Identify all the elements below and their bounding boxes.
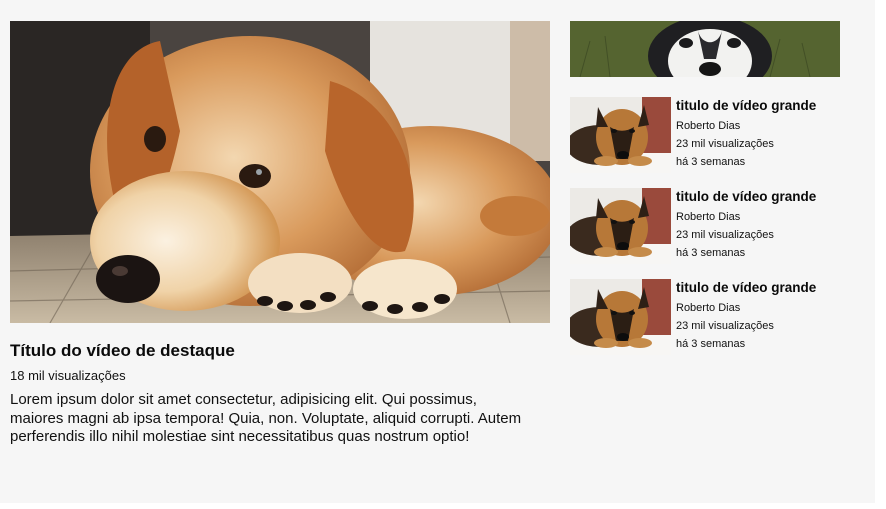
german-shepherd-illustration <box>570 279 671 355</box>
german-shepherd-illustration <box>570 188 671 264</box>
german-shepherd-illustration <box>570 97 671 173</box>
sidebar-video-title[interactable]: titulo de vídeo grande <box>676 188 856 205</box>
featured-title[interactable]: Título do vídeo de destaque <box>10 340 550 362</box>
sidebar-video-thumbnail[interactable] <box>570 97 671 173</box>
sidebar-video-item[interactable]: titulo de vídeo grande Roberto Dias 23 m… <box>570 279 860 357</box>
sidebar-video-author[interactable]: Roberto Dias <box>676 117 856 135</box>
sidebar-video-age: há 3 semanas <box>676 247 746 259</box>
husky-illustration <box>570 21 840 77</box>
sidebar-top-thumbnail[interactable] <box>570 21 840 77</box>
featured-description: Lorem ipsum dolor sit amet consectetur, … <box>10 391 522 445</box>
sidebar-video-views: 23 mil visualizações <box>676 229 774 241</box>
sidebar-video-title[interactable]: titulo de vídeo grande <box>676 279 856 296</box>
sidebar-video-thumbnail[interactable] <box>570 279 671 355</box>
sidebar-video-item[interactable]: titulo de vídeo grande Roberto Dias 23 m… <box>570 188 860 266</box>
sidebar-video-title[interactable]: titulo de vídeo grande <box>676 97 856 114</box>
sidebar-video-item[interactable]: titulo de vídeo grande Roberto Dias 23 m… <box>570 97 860 175</box>
dog-illustration <box>10 21 550 323</box>
featured-video[interactable]: Título do vídeo de destaque 18 mil visua… <box>10 21 550 447</box>
featured-thumbnail[interactable] <box>10 21 550 323</box>
sidebar-video-thumbnail[interactable] <box>570 188 671 264</box>
sidebar-video-author[interactable]: Roberto Dias <box>676 208 856 226</box>
sidebar-video-age: há 3 semanas <box>676 338 746 350</box>
sidebar-video-views: 23 mil visualizações <box>676 320 774 332</box>
sidebar-video-views: 23 mil visualizações <box>676 138 774 150</box>
sidebar-video-author[interactable]: Roberto Dias <box>676 299 856 317</box>
page: Título do vídeo de destaque 18 mil visua… <box>0 0 875 503</box>
sidebar: titulo de vídeo grande Roberto Dias 23 m… <box>570 21 860 355</box>
featured-views: 18 mil visualizações <box>10 368 126 383</box>
sidebar-video-age: há 3 semanas <box>676 156 746 168</box>
